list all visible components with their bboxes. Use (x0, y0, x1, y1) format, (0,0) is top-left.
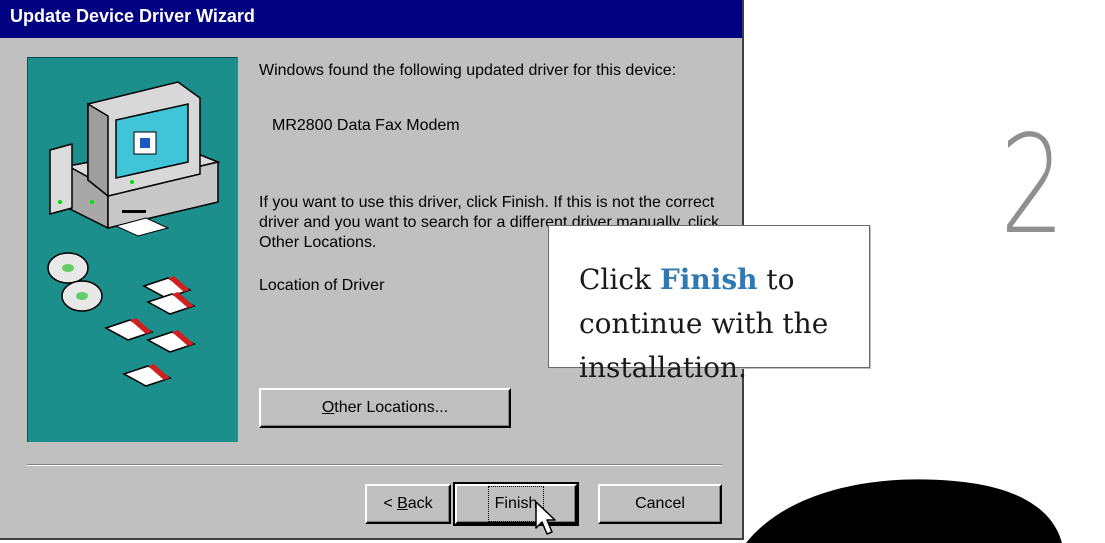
other-locations-mnemonic: O (321, 399, 335, 416)
title-bar: Update Device Driver Wizard (0, 0, 742, 38)
back-prefix: < (383, 495, 398, 512)
cancel-button[interactable]: Cancel (598, 484, 722, 524)
back-label: ack (407, 495, 433, 512)
callout-prefix: Click (579, 263, 660, 296)
instruction-callout: Click Finish to continue with the instal… (548, 225, 870, 384)
cd-icon (47, 252, 103, 312)
step-number: 2 (1000, 107, 1065, 265)
computer-icon (47, 81, 221, 387)
decorative-swoosh (746, 479, 1062, 543)
callout-text: Click Finish to continue with the instal… (579, 258, 849, 390)
back-button[interactable]: < Back (365, 484, 451, 524)
found-driver-text: Windows found the following updated driv… (259, 62, 677, 79)
cancel-label: Cancel (635, 495, 685, 512)
back-mnemonic: B (397, 495, 408, 512)
other-locations-label: ther Locations... (334, 399, 449, 416)
window-title: Update Device Driver Wizard (10, 6, 255, 26)
location-label: Location of Driver (259, 277, 385, 294)
device-name: MR2800 Data Fax Modem (272, 117, 460, 134)
wizard-illustration (27, 57, 238, 442)
other-locations-button[interactable]: Other Locations... (259, 388, 511, 428)
separator (27, 464, 722, 466)
callout-highlight: Finish (659, 263, 758, 296)
mouse-cursor-icon (535, 501, 556, 535)
